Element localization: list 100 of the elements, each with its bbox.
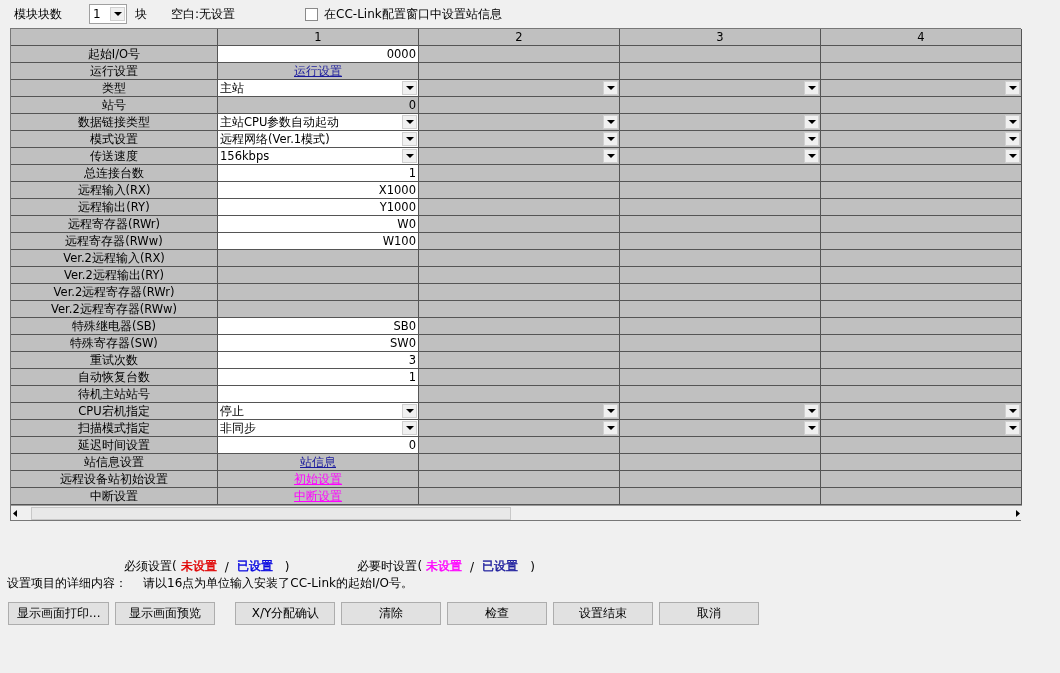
caret-icon (606, 137, 615, 141)
dropdown-button[interactable] (804, 81, 819, 95)
dropdown-button[interactable] (804, 115, 819, 129)
dropdown-field[interactable] (821, 420, 1022, 437)
dropdown-button[interactable] (603, 149, 618, 163)
dialog-button[interactable]: 检查 (447, 602, 548, 625)
dropdown-field[interactable] (620, 131, 821, 148)
dialog-button[interactable]: 清除 (341, 602, 442, 625)
dropdown-field[interactable] (821, 403, 1022, 420)
settings-link[interactable]: 运行设置 (294, 63, 342, 79)
dropdown-field[interactable]: 远程网络(Ver.1模式) (218, 131, 419, 148)
caret-icon (807, 120, 816, 124)
dropdown-button[interactable] (1005, 115, 1020, 129)
dropdown-field[interactable] (821, 148, 1022, 165)
dropdown-field[interactable] (620, 403, 821, 420)
dropdown-button[interactable] (1005, 81, 1020, 95)
input-field[interactable]: X1000 (218, 182, 419, 199)
dropdown-button[interactable] (402, 404, 417, 418)
dropdown-field[interactable]: 156kbps (218, 148, 419, 165)
dialog-button[interactable]: 取消 (659, 602, 760, 625)
dropdown-button[interactable] (1005, 132, 1020, 146)
dropdown-button[interactable] (804, 421, 819, 435)
input-field[interactable]: Y1000 (218, 199, 419, 216)
row-label: 站号 (11, 97, 218, 114)
column-header: 4 (821, 29, 1022, 46)
dropdown-field[interactable] (419, 420, 620, 437)
row-label: 中断设置 (11, 488, 218, 505)
dropdown-button[interactable] (804, 149, 819, 163)
dropdown-field[interactable] (821, 114, 1022, 131)
input-field[interactable]: 0000 (218, 46, 419, 63)
dialog-button[interactable]: X/Y分配确认 (235, 602, 336, 625)
row-label: CPU宕机指定 (11, 403, 218, 420)
dropdown-field[interactable] (419, 80, 620, 97)
dropdown-field[interactable] (620, 420, 821, 437)
dropdown-field[interactable]: 主站 (218, 80, 419, 97)
dropdown-button[interactable] (804, 132, 819, 146)
dropdown-button[interactable] (402, 149, 417, 163)
row-label: 数据链接类型 (11, 114, 218, 131)
settings-link[interactable]: 站信息 (300, 454, 336, 470)
dropdown-button[interactable] (603, 132, 618, 146)
dropdown-button[interactable] (1005, 421, 1020, 435)
legend-separator: / (470, 559, 475, 574)
dropdown-button[interactable] (804, 404, 819, 418)
dropdown-field[interactable] (419, 114, 620, 131)
input-field[interactable] (218, 386, 419, 403)
caret-icon (807, 137, 816, 141)
input-field[interactable]: 1 (218, 165, 419, 182)
dropdown-button[interactable] (402, 81, 417, 95)
dropdown-field[interactable] (419, 148, 620, 165)
module-count-dropdown[interactable]: 1 (89, 4, 127, 24)
checkbox[interactable] (305, 7, 319, 21)
dropdown-field[interactable] (620, 114, 821, 131)
input-field[interactable]: SW0 (218, 335, 419, 352)
row-label: 自动恢复台数 (11, 369, 218, 386)
caret-icon (405, 137, 414, 141)
dropdown-button[interactable] (603, 81, 618, 95)
row-label: 远程输入(RX) (11, 182, 218, 199)
horizontal-scrollbar[interactable] (11, 505, 1022, 520)
input-field[interactable]: SB0 (218, 318, 419, 335)
dialog-button[interactable]: 显示画面预览 (115, 602, 216, 625)
dropdown-button[interactable] (603, 115, 618, 129)
dropdown-field[interactable]: 主站CPU参数自动起动 (218, 114, 419, 131)
input-field[interactable]: W0 (218, 216, 419, 233)
left-arrow-icon[interactable] (13, 509, 17, 517)
caret-icon (606, 409, 615, 413)
dropdown-button[interactable] (402, 132, 417, 146)
input-field[interactable]: W100 (218, 233, 419, 250)
row-label: 类型 (11, 80, 218, 97)
row-label: 延迟时间设置 (11, 437, 218, 454)
dropdown-button[interactable] (1005, 404, 1020, 418)
dialog-button[interactable]: 显示画面打印... (8, 602, 110, 625)
legend-item: 已设置 (236, 558, 273, 575)
dropdown-button[interactable] (110, 7, 125, 21)
row-label: 重试次数 (11, 352, 218, 369)
row-label: 特殊寄存器(SW) (11, 335, 218, 352)
row-label: 扫描模式指定 (11, 420, 218, 437)
dropdown-field[interactable] (620, 80, 821, 97)
right-arrow-icon[interactable] (1016, 509, 1020, 517)
dropdown-field[interactable] (419, 403, 620, 420)
caret-icon (807, 154, 816, 158)
dropdown-field[interactable]: 停止 (218, 403, 419, 420)
dropdown-field[interactable] (821, 80, 1022, 97)
dropdown-button[interactable] (402, 421, 417, 435)
dropdown-field[interactable]: 非同步 (218, 420, 419, 437)
input-field[interactable]: 0 (218, 437, 419, 454)
dropdown-field[interactable] (821, 131, 1022, 148)
dropdown-button[interactable] (1005, 149, 1020, 163)
dropdown-button[interactable] (402, 115, 417, 129)
input-field[interactable]: 3 (218, 352, 419, 369)
row-label: Ver.2远程寄存器(RWr) (11, 284, 218, 301)
dropdown-field[interactable] (419, 131, 620, 148)
row-label: 待机主站站号 (11, 386, 218, 403)
dropdown-button[interactable] (603, 421, 618, 435)
row-label: 远程输出(RY) (11, 199, 218, 216)
dropdown-button[interactable] (603, 404, 618, 418)
dropdown-field[interactable] (620, 148, 821, 165)
dialog-button[interactable]: 设置结束 (553, 602, 654, 625)
scrollbar-thumb[interactable] (31, 506, 511, 520)
column-header: 1 (218, 29, 419, 46)
input-field[interactable]: 1 (218, 369, 419, 386)
